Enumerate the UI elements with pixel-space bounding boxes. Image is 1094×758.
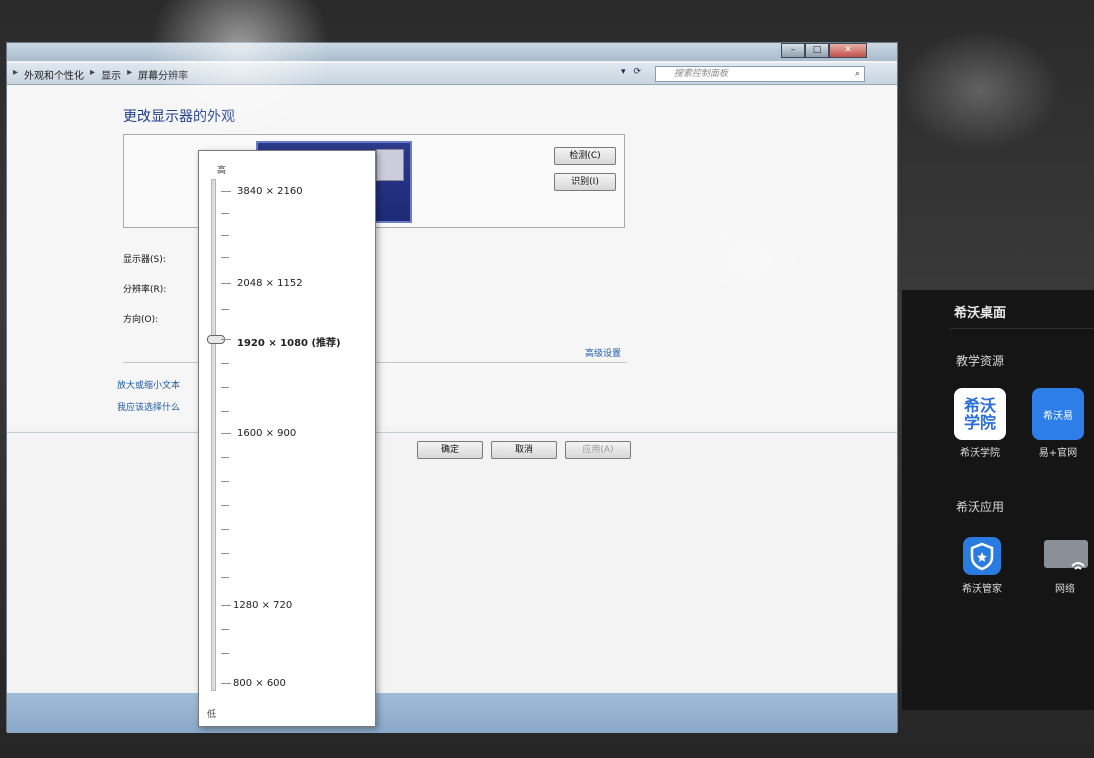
slider-tick — [221, 339, 231, 340]
apply-button[interactable]: 应用(A) — [565, 441, 631, 459]
divider — [950, 328, 1094, 329]
app-label: 希沃管家 — [962, 584, 1002, 595]
window-controls: – □ ✕ — [781, 43, 867, 58]
breadcrumb-item[interactable]: 显示 — [101, 67, 121, 82]
academy-tile-text: 希沃学院 — [963, 396, 996, 432]
slider-tick — [221, 411, 229, 412]
orientation-label: 方向(O): — [123, 315, 159, 325]
title-bar: – □ ✕ — [7, 43, 897, 61]
help-link[interactable]: 我应该选择什么 — [117, 400, 180, 413]
launcher-title: 希沃桌面 — [954, 306, 1007, 321]
section-title: 希沃应用 — [956, 500, 1005, 514]
slider-tick — [221, 653, 229, 654]
launcher-panel: 希沃桌面 教学资源 希沃学院 希沃学院 希沃易 易+官网 希沃应用 希沃管家 网… — [902, 290, 1094, 710]
photo-stage: – □ ✕ ▸ 外观和个性化 ▸ 显示 ▸ 屏幕分辨率 ▾ ⟳ 搜索控制面板 ⌕ — [0, 0, 1094, 758]
resolution-option[interactable]: 2048 × 1152 — [237, 278, 303, 289]
slider-tick — [221, 577, 229, 578]
section-title: 教学资源 — [956, 354, 1005, 368]
close-button[interactable]: ✕ — [829, 43, 867, 58]
breadcrumb-arrow-icon: ▸ — [90, 67, 96, 78]
resolution-option[interactable]: 800 × 600 — [233, 678, 286, 689]
address-bar: ▸ 外观和个性化 ▸ 显示 ▸ 屏幕分辨率 ▾ ⟳ 搜索控制面板 ⌕ — [7, 63, 897, 85]
slider-tick — [221, 605, 231, 606]
yi-plus-app-icon: 希沃易 — [1032, 388, 1084, 440]
low-label: 低 — [207, 710, 217, 720]
app-xiwo-academy[interactable]: 希沃学院 希沃学院 — [954, 388, 1006, 459]
resolution-option[interactable]: 1600 × 900 — [237, 428, 296, 439]
taskbar — [7, 693, 897, 733]
page-title: 更改显示器的外观 — [123, 109, 235, 125]
slider-tick — [221, 283, 231, 284]
breadcrumb-item[interactable]: 外观和个性化 — [24, 67, 84, 82]
dialog-footer: 确定 取消 应用(A) — [7, 433, 897, 693]
breadcrumb: ▸ 外观和个性化 ▸ 显示 ▸ 屏幕分辨率 — [13, 67, 188, 82]
resolution-option-selected[interactable]: 1920 × 1080 (推荐) — [237, 334, 341, 349]
app-network[interactable]: 网络 — [1042, 536, 1088, 595]
shield-icon — [962, 536, 1002, 576]
breadcrumb-arrow-icon: ▸ — [13, 67, 19, 78]
app-label: 易+官网 — [1038, 448, 1078, 459]
resolution-slider-popup: 高 3840 × 2160 2048 × 1152 1920 × 1080 (推… — [198, 150, 376, 727]
slider-tick — [221, 387, 229, 388]
text-size-link[interactable]: 放大或缩小文本 — [117, 378, 180, 391]
monitor-window-icon — [376, 149, 404, 181]
maximize-button[interactable]: □ — [805, 43, 829, 58]
slider-tick — [221, 213, 229, 214]
app-yi-plus[interactable]: 希沃易 易+官网 — [1032, 388, 1084, 459]
yi-plus-tile-text: 希沃易 — [1043, 410, 1073, 422]
app-xiwo-manager[interactable]: 希沃管家 — [962, 536, 1002, 595]
slider-tick — [221, 553, 229, 554]
dropdown-arrow-icon[interactable]: ▾ — [621, 67, 626, 77]
light-glare — [900, 30, 1060, 150]
slider-tick — [221, 433, 231, 434]
breadcrumb-arrow-icon: ▸ — [127, 67, 133, 78]
resolution-option[interactable]: 1280 × 720 — [233, 600, 292, 611]
search-input[interactable]: 搜索控制面板 ⌕ — [655, 66, 865, 82]
identify-button[interactable]: 识别(I) — [554, 173, 616, 191]
resolution-label: 分辨率(R): — [123, 285, 167, 295]
network-icon — [1042, 536, 1088, 576]
slider-tick — [221, 629, 229, 630]
high-label: 高 — [217, 166, 227, 176]
control-panel-window: – □ ✕ ▸ 外观和个性化 ▸ 显示 ▸ 屏幕分辨率 ▾ ⟳ 搜索控制面板 ⌕ — [6, 42, 898, 733]
app-label: 网络 — [1055, 584, 1075, 595]
slider-tick — [221, 363, 229, 364]
search-placeholder: 搜索控制面板 — [674, 69, 729, 79]
refresh-icon[interactable]: ⟳ — [634, 67, 642, 77]
ok-button[interactable]: 确定 — [417, 441, 483, 459]
main-content: 更改显示器的外观 检测(C) 识别(I) 显示器(S): 分辨率(R): 方向(… — [7, 86, 897, 426]
slider-tick — [221, 191, 231, 192]
search-icon[interactable]: ⌕ — [855, 67, 860, 81]
app-label: 希沃学院 — [960, 448, 1000, 459]
slider-tick — [221, 457, 229, 458]
academy-app-icon: 希沃学院 — [954, 388, 1006, 440]
slider-track[interactable] — [211, 179, 216, 691]
slider-tick — [221, 683, 231, 684]
slider-tick — [221, 481, 229, 482]
display-label: 显示器(S): — [123, 255, 166, 265]
slider-tick — [221, 309, 229, 310]
slider-tick — [221, 235, 229, 236]
detect-button[interactable]: 检测(C) — [554, 147, 616, 165]
slider-tick — [221, 257, 229, 258]
minimize-button[interactable]: – — [781, 43, 805, 58]
slider-tick — [221, 505, 229, 506]
advanced-settings-link[interactable]: 高级设置 — [585, 346, 621, 359]
resolution-option[interactable]: 3840 × 2160 — [237, 186, 303, 197]
address-controls: ▾ ⟳ — [621, 67, 641, 77]
cancel-button[interactable]: 取消 — [491, 441, 557, 459]
slider-tick — [221, 529, 229, 530]
breadcrumb-item[interactable]: 屏幕分辨率 — [138, 67, 188, 82]
